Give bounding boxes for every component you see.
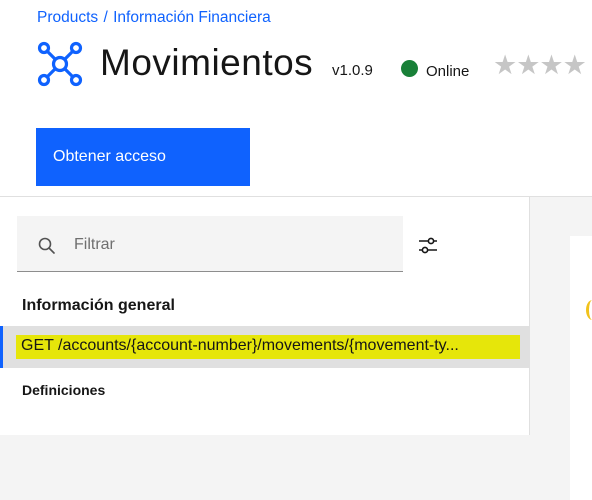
- operation-label[interactable]: GET /accounts/{account-number}/movements…: [21, 337, 511, 355]
- version-label: v1.0.9: [332, 62, 373, 79]
- filter-settings-icon[interactable]: [417, 235, 439, 257]
- api-network-icon: [37, 41, 83, 87]
- search-input[interactable]: [74, 233, 394, 257]
- breadcrumb-financial-info[interactable]: Información Financiera: [113, 9, 271, 26]
- operation-selected-indicator: [0, 326, 3, 368]
- rating-stars[interactable]: ★★★★: [493, 50, 587, 81]
- breadcrumb-separator: /: [103, 9, 108, 26]
- page-title: Movimientos: [100, 42, 314, 83]
- content-card-edge: [586, 300, 592, 320]
- breadcrumb-products[interactable]: Products: [37, 9, 98, 26]
- content-card: [570, 236, 592, 500]
- section-title-general-info[interactable]: Información general: [22, 297, 175, 315]
- status-text: Online: [426, 63, 470, 80]
- definitions-link[interactable]: Definiciones: [22, 382, 105, 398]
- get-access-button[interactable]: Obtener acceso: [36, 128, 250, 186]
- search-icon: [38, 237, 55, 254]
- status-indicator-icon: [401, 60, 418, 77]
- breadcrumb: Products / Información Financiera: [37, 9, 271, 27]
